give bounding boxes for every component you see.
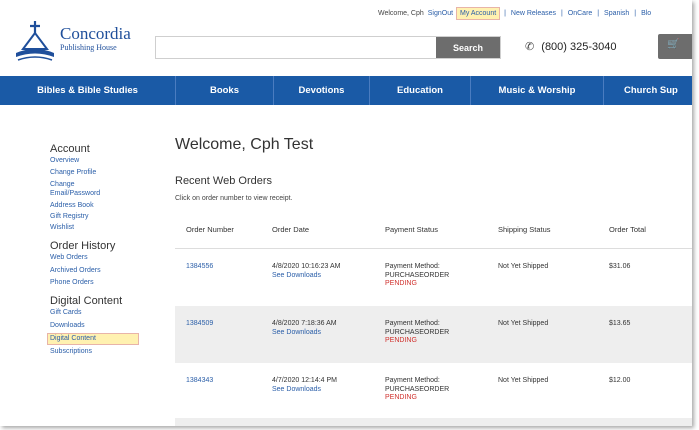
account-sidebar: Account Overview Change Profile Change E… xyxy=(47,143,150,357)
sidebar-item-wishlist[interactable]: Wishlist xyxy=(50,223,150,233)
shipping-status: Not Yet Shipped xyxy=(498,377,549,384)
shipping-status: Not Yet Shipped xyxy=(498,263,549,270)
table-header: Order Number Order Date Payment Status S… xyxy=(175,211,692,249)
see-downloads-link[interactable]: See Downloads xyxy=(272,272,385,281)
table-row: 1384556 4/8/2020 10:16:23 AM See Downloa… xyxy=(175,249,692,306)
church-logo-icon xyxy=(16,21,54,61)
payment-method-value: PURCHASEORDER xyxy=(385,271,450,279)
table-row-partial xyxy=(175,418,692,426)
oncare-link[interactable]: OnCare xyxy=(567,10,594,17)
main-content: Welcome, Cph Test Recent Web Orders Clic… xyxy=(175,136,692,202)
order-history-heading: Order History xyxy=(50,240,116,252)
column-header: Shipping Status xyxy=(498,225,551,234)
account-heading: Account xyxy=(50,143,90,155)
page-title: Welcome, Cph Test xyxy=(175,136,314,153)
search-input[interactable] xyxy=(156,37,432,58)
logo-subtitle: Publishing House xyxy=(60,43,117,52)
utility-separator: | xyxy=(634,10,637,17)
cart-icon: 🛒 xyxy=(667,39,680,50)
see-downloads-link[interactable]: See Downloads xyxy=(272,329,385,338)
table-row: 1384343 4/7/2020 12:14:4 PM See Download… xyxy=(175,363,692,420)
column-header: Order Number xyxy=(186,225,234,234)
sidebar-item-web-orders[interactable]: Web Orders xyxy=(50,253,150,263)
digital-content-heading: Digital Content xyxy=(50,295,123,307)
concordia-logo[interactable]: Concordia Publishing House xyxy=(14,19,154,63)
spanish-link[interactable]: Spanish xyxy=(603,10,630,17)
nav-church-supplies[interactable]: Church Sup xyxy=(604,76,692,105)
nav-education[interactable]: Education xyxy=(370,76,471,105)
column-header: Order Total xyxy=(609,225,646,234)
payment-method-label: Payment Method: xyxy=(385,263,440,270)
column-header: Payment Status xyxy=(385,225,438,234)
logo-title: Concordia xyxy=(60,24,131,43)
order-number-link[interactable]: 1384556 xyxy=(175,263,272,306)
utility-bar: Welcome, Cph SignOut My Account | New Re… xyxy=(377,7,652,20)
payment-method-label: Payment Method: xyxy=(385,320,440,327)
phone-text: (800) 325-3040 xyxy=(541,41,617,53)
sidebar-item-label: Change xyxy=(50,181,75,188)
phone-number: ✆ (800) 325-3040 xyxy=(525,40,617,53)
cart-button[interactable]: 🛒 xyxy=(658,34,692,59)
blog-link[interactable]: Blo xyxy=(640,10,652,17)
sidebar-item-digital-content[interactable]: Digital Content xyxy=(47,333,139,345)
sidebar-item-gift-registry[interactable]: Gift Registry xyxy=(50,212,150,222)
welcome-text: Welcome, Cph xyxy=(378,10,424,17)
recent-orders-heading: Recent Web Orders xyxy=(175,175,273,187)
shipping-status: Not Yet Shipped xyxy=(498,320,549,327)
utility-separator: | xyxy=(561,10,563,17)
utility-separator: | xyxy=(597,10,600,17)
order-date: 4/8/2020 10:16:23 AM xyxy=(272,263,341,270)
search-bar: Search xyxy=(155,36,501,59)
sidebar-item-overview[interactable]: Overview xyxy=(50,156,150,166)
order-total: $31.06 xyxy=(609,263,631,270)
nav-bibles[interactable]: Bibles & Bible Studies xyxy=(0,76,176,105)
sidebar-item-address-book[interactable]: Address Book xyxy=(50,201,150,211)
sidebar-item-archived-orders[interactable]: Archived Orders xyxy=(50,266,150,276)
nav-books[interactable]: Books xyxy=(176,76,274,105)
payment-method-value: PURCHASEORDER xyxy=(385,385,450,393)
payment-status: PENDING xyxy=(385,280,417,287)
order-number-link[interactable]: 1384509 xyxy=(175,320,272,363)
order-total: $12.00 xyxy=(609,377,631,384)
payment-status: PENDING xyxy=(385,337,417,344)
payment-method-label: Payment Method: xyxy=(385,377,440,384)
order-total: $13.65 xyxy=(609,320,631,327)
my-account-link[interactable]: My Account xyxy=(455,7,501,20)
sidebar-item-downloads[interactable]: Downloads xyxy=(50,321,150,331)
table-row: 1384509 4/8/2020 7:18:36 AM See Download… xyxy=(175,306,692,363)
order-number-link[interactable]: 1384343 xyxy=(175,377,272,420)
search-button[interactable]: Search xyxy=(436,37,500,58)
payment-method-value: PURCHASEORDER xyxy=(385,328,450,336)
nav-devotions[interactable]: Devotions xyxy=(274,76,370,105)
utility-separator: | xyxy=(504,10,506,17)
sign-out-link[interactable]: SignOut xyxy=(427,10,454,17)
sidebar-item-change-email[interactable]: Change Email/Password xyxy=(50,180,150,198)
orders-hint: Click on order number to view receipt. xyxy=(175,195,293,202)
sidebar-item-subscriptions[interactable]: Subscriptions xyxy=(50,347,150,357)
orders-table: Order Number Order Date Payment Status S… xyxy=(175,211,692,420)
sidebar-item-change-profile[interactable]: Change Profile xyxy=(50,168,150,178)
see-downloads-link[interactable]: See Downloads xyxy=(272,386,385,395)
main-nav: Bibles & Bible Studies Books Devotions E… xyxy=(0,76,692,105)
account-page: Welcome, Cph SignOut My Account | New Re… xyxy=(0,0,692,426)
sidebar-item-label: Email/Password xyxy=(50,190,101,197)
order-date: 4/7/2020 12:14:4 PM xyxy=(272,377,337,384)
column-header: Order Date xyxy=(272,225,310,234)
sidebar-item-phone-orders[interactable]: Phone Orders xyxy=(50,278,150,288)
nav-music-worship[interactable]: Music & Worship xyxy=(471,76,604,105)
payment-status: PENDING xyxy=(385,394,417,401)
order-date: 4/8/2020 7:18:36 AM xyxy=(272,320,337,327)
new-releases-link[interactable]: New Releases xyxy=(510,10,557,17)
sidebar-item-gift-cards[interactable]: Gift Cards xyxy=(50,308,150,318)
phone-icon: ✆ xyxy=(525,41,535,53)
